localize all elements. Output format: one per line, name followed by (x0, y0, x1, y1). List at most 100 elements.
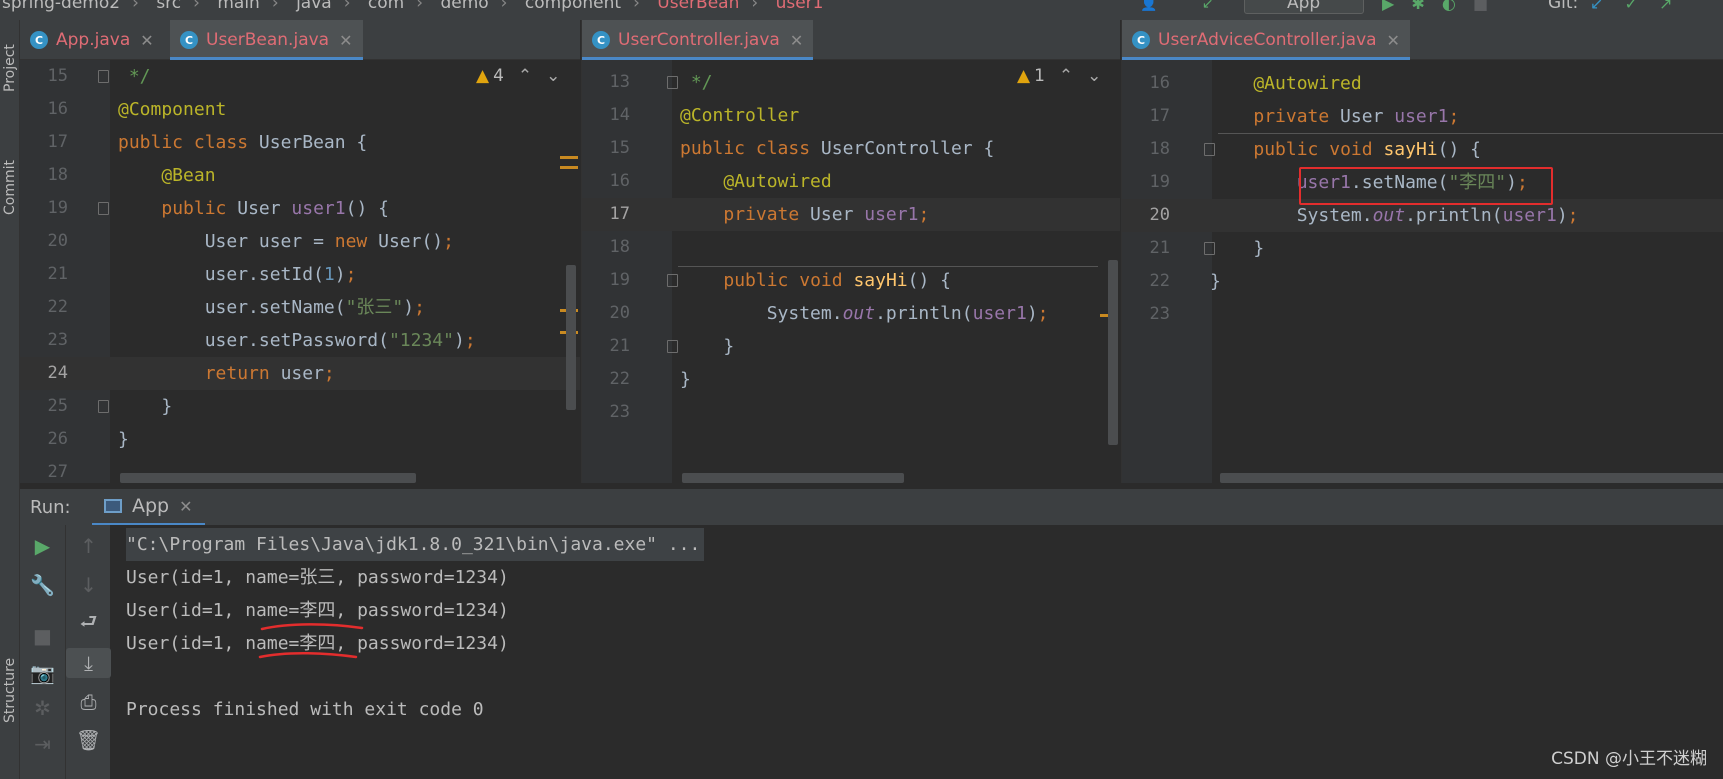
vertical-scrollbar[interactable] (566, 265, 576, 410)
stop-icon[interactable]: ■ (20, 621, 65, 651)
breadcrumb-item[interactable]: java (296, 0, 332, 13)
horizontal-scrollbar[interactable] (682, 473, 904, 483)
breadcrumb-item[interactable]: component (525, 0, 621, 13)
code-line-current: 17 private User user1; (582, 198, 1120, 231)
code-line: 19 public User user1() { (20, 192, 580, 225)
fold-icon[interactable] (667, 340, 678, 353)
print-icon[interactable]: ⎙ (66, 687, 111, 717)
git-label: Git: (1548, 0, 1579, 13)
arrow-down-icon[interactable]: ↓ (66, 570, 111, 600)
code-line: 18 public void sayHi() { (1122, 133, 1723, 166)
tool-tab-structure[interactable]: Structure (0, 635, 20, 745)
close-icon[interactable]: ✕ (790, 31, 803, 50)
console-line: "C:\Program Files\Java\jdk1.8.0_321\bin\… (126, 528, 705, 561)
line-number: 15 (609, 138, 630, 158)
tool-tab-commit[interactable]: Commit (0, 138, 20, 238)
trash-icon[interactable]: 🗑 (66, 725, 111, 755)
close-icon[interactable]: ✕ (179, 497, 192, 516)
horizontal-scrollbar[interactable] (1220, 473, 1723, 483)
horizontal-scrollbar[interactable] (120, 473, 416, 483)
line-number: 17 (47, 132, 68, 152)
code-text: } (118, 429, 129, 450)
breadcrumb-item[interactable]: main (217, 0, 259, 13)
line-number: 25 (47, 396, 68, 416)
line-number: 26 (47, 429, 68, 449)
breadcrumb-item[interactable]: UserBean (657, 0, 739, 13)
java-class-icon: C (1132, 31, 1150, 49)
soft-wrap-icon[interactable]: ⮐ (66, 609, 111, 639)
code-line: 13 */ (582, 66, 1120, 99)
code-line: 23 (1122, 298, 1723, 331)
tool-tab-project[interactable]: Project (0, 28, 20, 108)
wrench-icon[interactable]: 🔧 (20, 570, 65, 600)
line-number: 23 (1149, 304, 1170, 324)
run-tab-label: App (132, 495, 170, 517)
coverage-icon[interactable]: ◐ (1442, 0, 1456, 13)
line-number: 18 (1149, 139, 1170, 159)
breadcrumb-item[interactable]: spring-demo2 (2, 0, 120, 13)
code-text: } (680, 369, 691, 390)
fold-icon[interactable] (98, 400, 109, 413)
git-commit-icon[interactable]: ✓ (1625, 0, 1638, 13)
breadcrumb-item[interactable]: user1 (776, 0, 824, 13)
camera-icon[interactable]: 📷 (20, 658, 65, 688)
application-icon (104, 499, 122, 513)
run-icon[interactable]: ▶ (1382, 0, 1394, 13)
vertical-scrollbar[interactable] (1108, 260, 1118, 445)
code-line: 18 @Bean (20, 159, 580, 192)
tab-userbean-java[interactable]: C UserBean.java ✕ (170, 20, 363, 60)
close-icon[interactable]: ✕ (1387, 31, 1400, 50)
debug-icon[interactable]: ✱ (1411, 0, 1424, 13)
code-text: */ (118, 66, 151, 87)
fold-icon[interactable] (98, 70, 109, 83)
scroll-to-end-icon[interactable]: ⤓ (66, 648, 111, 678)
arrow-up-icon[interactable]: ↑ (66, 531, 111, 561)
tab-app-java[interactable]: C App.java ✕ (20, 20, 164, 60)
highlight-box (1299, 167, 1553, 205)
breadcrumb-item[interactable]: com (368, 0, 404, 13)
java-class-icon: C (592, 31, 610, 49)
editor-pane-useradvicecontroller: C UserAdviceController.java ✕ 16 @Autowi… (1121, 20, 1723, 483)
stop-icon[interactable]: ■ (1473, 0, 1488, 13)
breadcrumb: spring-demo2 › src › main › java › com › demo… (2, 0, 827, 13)
tab-useradvicecontroller-java[interactable]: C UserAdviceController.java ✕ (1122, 20, 1410, 60)
rerun-icon[interactable]: ▶ (20, 531, 65, 561)
line-number: 23 (47, 330, 68, 350)
code-line: 20 User user = new User(); (20, 225, 580, 258)
run-configuration-select[interactable]: App (1244, 0, 1364, 14)
close-icon[interactable]: ✕ (339, 31, 352, 50)
code-line: 14 @Controller (582, 99, 1120, 132)
code-line: 21 user.setId(1); (20, 258, 580, 291)
code-text: public User user1() { (161, 198, 389, 219)
bug-icon[interactable]: ✲ (20, 693, 65, 723)
line-number: 16 (47, 99, 68, 119)
line-number: 27 (47, 462, 68, 482)
user-icon[interactable]: 👤 (1140, 0, 1157, 12)
git-update-icon[interactable]: ↙ (1590, 0, 1603, 13)
code-text: } (118, 396, 173, 417)
line-number: 22 (609, 369, 630, 389)
tab-usercontroller-java[interactable]: C UserController.java ✕ (582, 20, 814, 60)
code-text: @Controller (680, 105, 800, 126)
git-push-icon[interactable]: ↗ (1659, 0, 1672, 13)
line-number: 19 (609, 270, 630, 290)
breadcrumb-item[interactable]: src (156, 0, 181, 13)
exit-icon[interactable]: ⇥ (20, 729, 65, 759)
code-line: 15 */ (20, 60, 580, 93)
code-line: 16 @Autowired (582, 165, 1120, 198)
code-line: 15 public class UserController { (582, 132, 1120, 165)
run-tab-app[interactable]: App ✕ (92, 489, 205, 526)
line-number: 19 (1149, 172, 1170, 192)
line-number: 16 (609, 171, 630, 191)
breadcrumb-item[interactable]: demo (440, 0, 488, 13)
code-text: public class UserBean { (118, 132, 368, 153)
toolbar-icons: 👤 ↙ (1140, 0, 1214, 12)
run-toolbar-primary: ▶ 🔧 ■ 📷 ✲ ⇥ (20, 525, 65, 779)
code-line: 22 user.setName("张三"); (20, 291, 580, 324)
close-icon[interactable]: ✕ (140, 31, 153, 50)
fold-icon[interactable] (98, 202, 109, 215)
line-number: 13 (609, 72, 630, 92)
build-icon[interactable]: ↙ (1202, 0, 1214, 12)
fold-icon[interactable] (667, 76, 678, 89)
fold-icon[interactable] (667, 274, 678, 287)
